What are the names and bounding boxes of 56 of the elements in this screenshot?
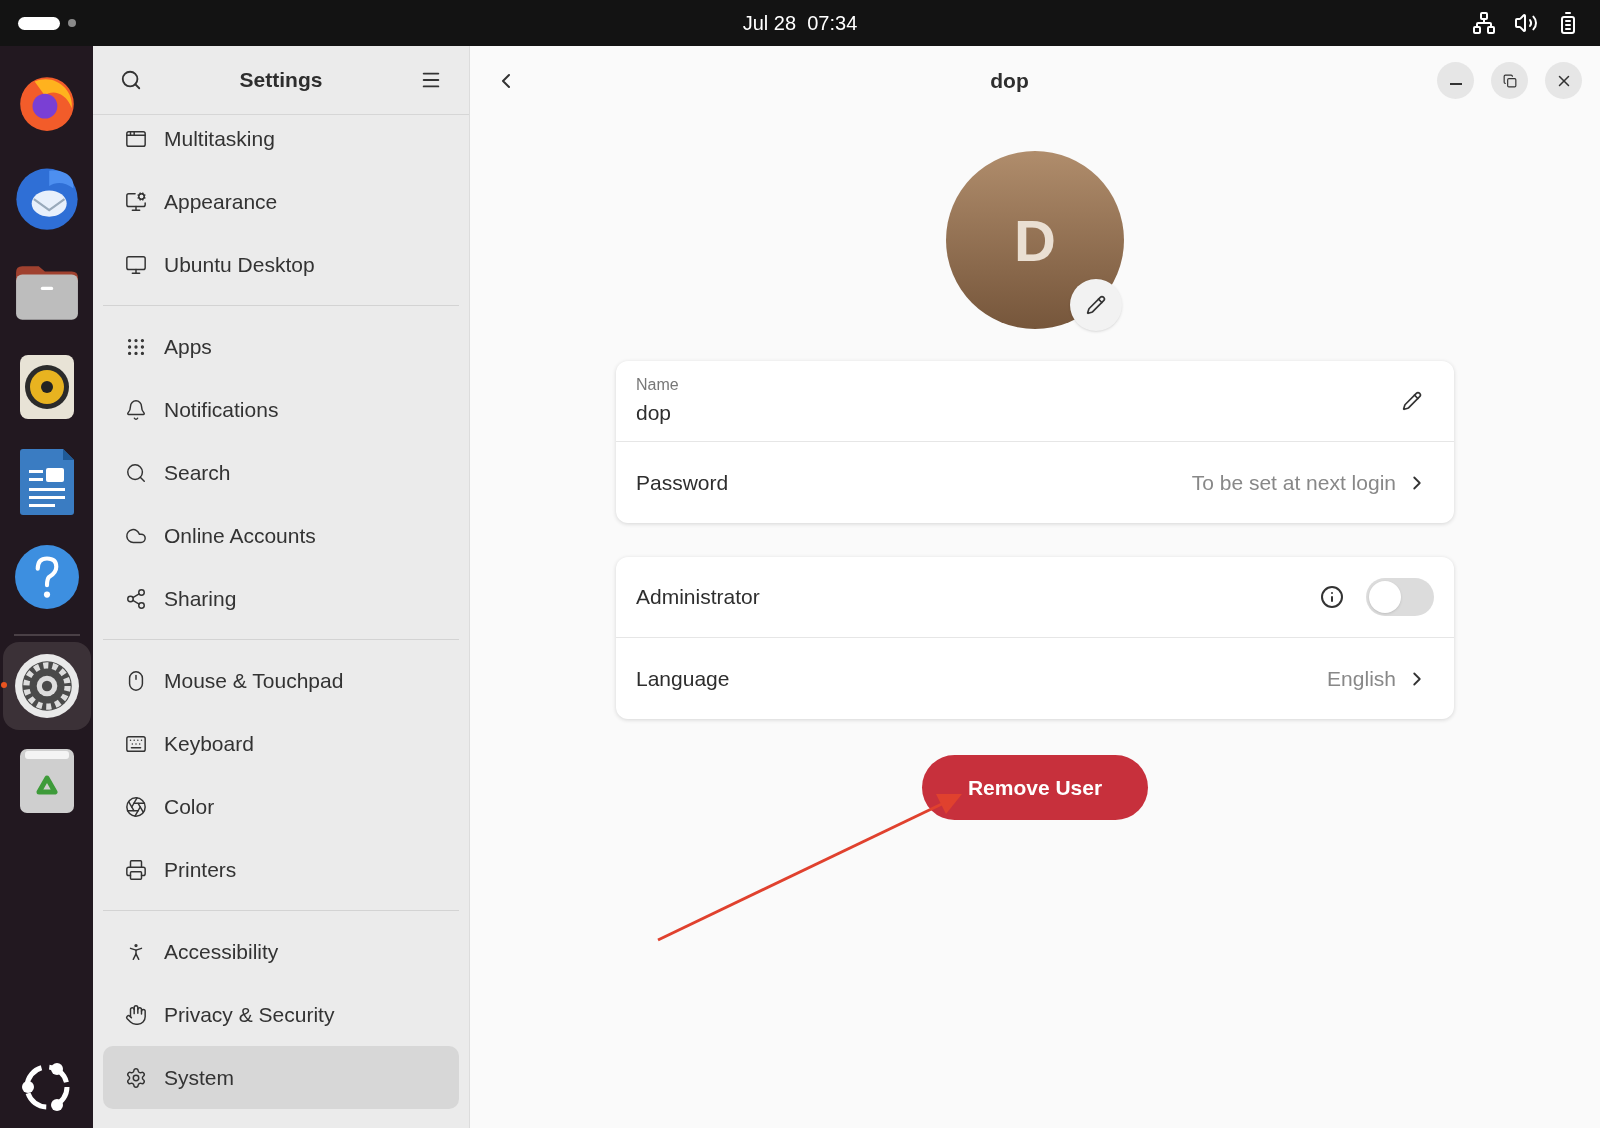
- edit-icon[interactable]: [1402, 391, 1422, 411]
- appearance-icon: [125, 190, 147, 213]
- trash-icon: [18, 748, 75, 814]
- sidebar-item[interactable]: Apps: [103, 315, 459, 378]
- name-field[interactable]: Name dop: [616, 361, 1454, 442]
- desktop-icon: [125, 253, 147, 276]
- search-icon: [125, 461, 147, 484]
- edit-avatar-button[interactable]: [1070, 279, 1122, 331]
- close-button[interactable]: [1545, 62, 1582, 99]
- sidebar-item[interactable]: Printers: [103, 838, 459, 901]
- remove-user-button[interactable]: Remove User: [922, 755, 1148, 820]
- workspace-indicator-icon[interactable]: [18, 16, 60, 30]
- password-row[interactable]: Password To be set at next login: [616, 442, 1454, 523]
- administrator-switch[interactable]: [1366, 578, 1434, 616]
- color-icon: [125, 795, 147, 818]
- dock-app[interactable]: [2, 642, 91, 730]
- privacy-icon: [125, 1003, 147, 1026]
- sidebar-item[interactable]: Search: [103, 441, 459, 504]
- administrator-label: Administrator: [636, 584, 761, 611]
- printers-icon: [125, 858, 147, 881]
- language-row[interactable]: Language English: [616, 638, 1454, 719]
- sidebar-item[interactable]: Privacy & Security: [103, 983, 459, 1046]
- gear-icon: [13, 653, 80, 719]
- system-icon: [125, 1066, 147, 1089]
- info-icon[interactable]: [1320, 585, 1344, 609]
- speaker-icon: [18, 354, 75, 420]
- restore-button[interactable]: [1491, 62, 1528, 99]
- document-icon: [18, 448, 75, 516]
- pencil-icon: [1086, 295, 1106, 315]
- sidebar-item[interactable]: System: [103, 1046, 459, 1109]
- sidebar-item[interactable]: Ubuntu Desktop: [103, 233, 459, 296]
- sidebar-item[interactable]: Color: [103, 775, 459, 838]
- sharing-icon: [125, 587, 147, 610]
- sidebar-item[interactable]: Keyboard: [103, 712, 459, 775]
- avatar: D: [946, 151, 1124, 329]
- minimize-icon: [1449, 82, 1462, 85]
- sidebar-item[interactable]: Appearance: [103, 170, 459, 233]
- question-mark-icon: [13, 544, 80, 610]
- sidebar-item[interactable]: Online Accounts: [103, 504, 459, 567]
- volume-icon[interactable]: [1514, 11, 1538, 35]
- language-label: Language: [636, 665, 731, 692]
- password-status: To be set at next login: [1191, 469, 1396, 496]
- sidebar-item[interactable]: Notifications: [103, 378, 459, 441]
- network-icon[interactable]: [1472, 11, 1496, 35]
- restore-icon: [1502, 73, 1517, 88]
- sidebar-item[interactable]: Mouse & Touchpad: [103, 649, 459, 712]
- sidebar-item[interactable]: Accessibility: [103, 920, 459, 983]
- sidebar-title: Settings: [239, 67, 323, 94]
- sidebar-item[interactable]: Multitasking: [103, 115, 459, 170]
- clock[interactable]: Jul 28 07:34: [742, 8, 858, 38]
- search-icon: [120, 69, 142, 91]
- page-title: dop: [990, 67, 1029, 94]
- notifications-icon: [125, 398, 147, 421]
- language-value: English: [1327, 665, 1396, 692]
- password-label: Password: [636, 469, 730, 496]
- sidebar-item[interactable]: Sharing: [103, 567, 459, 630]
